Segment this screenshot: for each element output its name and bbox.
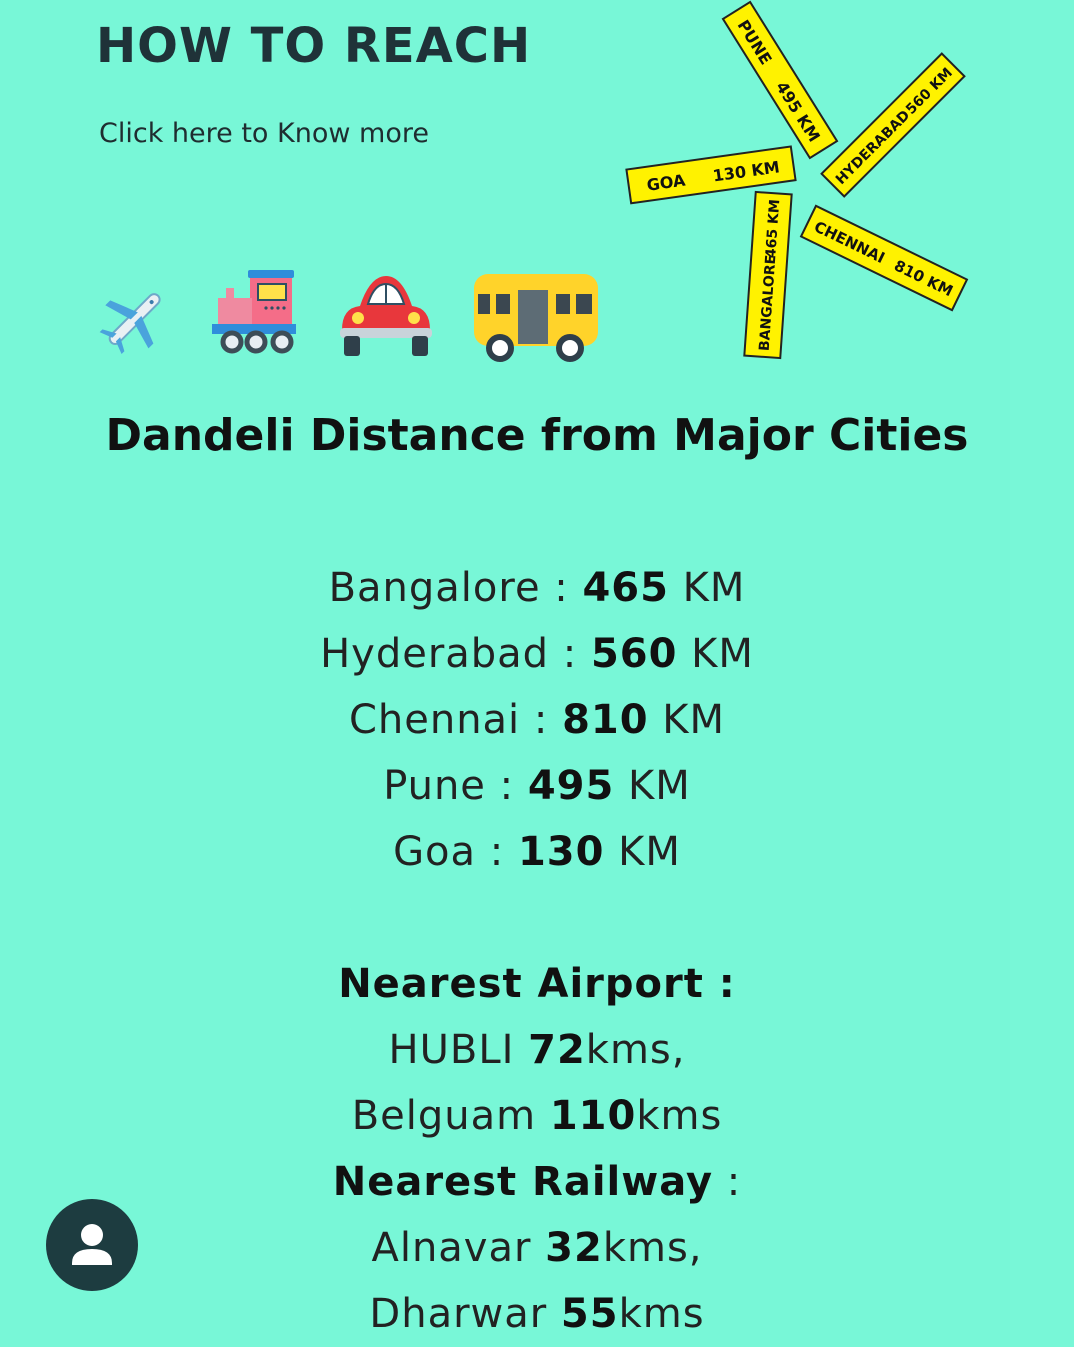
section-heading: Dandeli Distance from Major Cities	[105, 410, 969, 461]
bus-icon	[474, 274, 598, 362]
nearest-railway-label: Nearest Railway :	[332, 1159, 742, 1205]
railway-item-alnavar: Alnavar 32kms,	[371, 1225, 703, 1271]
profile-button[interactable]	[46, 1199, 138, 1291]
sign-pune: PUNE 495 KM	[721, 0, 839, 160]
distance-signpost: PUNE 495 KM GOA 130 KM HYDERABAD 560 KM …	[625, 0, 969, 360]
railway-item-dharwar: Dharwar 55kms	[369, 1291, 705, 1337]
airport-item-hubli: HUBLI 72kms,	[388, 1027, 686, 1073]
sign-bangalore: BANGALORE 465 KM	[743, 190, 793, 360]
distance-item-bangalore: Bangalore : 465 KM	[328, 565, 746, 611]
distance-item-goa: Goa : 130 KM	[393, 829, 681, 875]
sign-hyderabad: HYDERABAD 560 KM	[820, 52, 966, 198]
distance-item-pune: Pune : 495 KM	[383, 763, 691, 809]
sign-hyderabad-city: HYDERABAD	[833, 107, 913, 187]
train-icon	[212, 270, 296, 354]
page-title: HOW TO REACH	[96, 18, 532, 74]
distance-item-hyderabad: Hyderabad : 560 KM	[320, 631, 754, 677]
airplane-icon	[99, 293, 161, 355]
car-icon	[340, 276, 432, 356]
user-icon	[72, 1224, 112, 1265]
travel-info-list: Nearest Airport : HUBLI 72kms, Belguam 1…	[0, 951, 1074, 1347]
airport-item-belguam: Belguam 110kms	[351, 1093, 723, 1139]
distance-item-chennai: Chennai : 810 KM	[348, 697, 726, 743]
know-more-link[interactable]: Click here to Know more	[99, 118, 429, 149]
nearest-airport-label: Nearest Airport :	[338, 961, 736, 1007]
distance-list: Bangalore : 465 KM Hyderabad : 560 KM Ch…	[0, 555, 1074, 885]
sign-chennai: CHENNAI 810 KM	[799, 204, 969, 312]
